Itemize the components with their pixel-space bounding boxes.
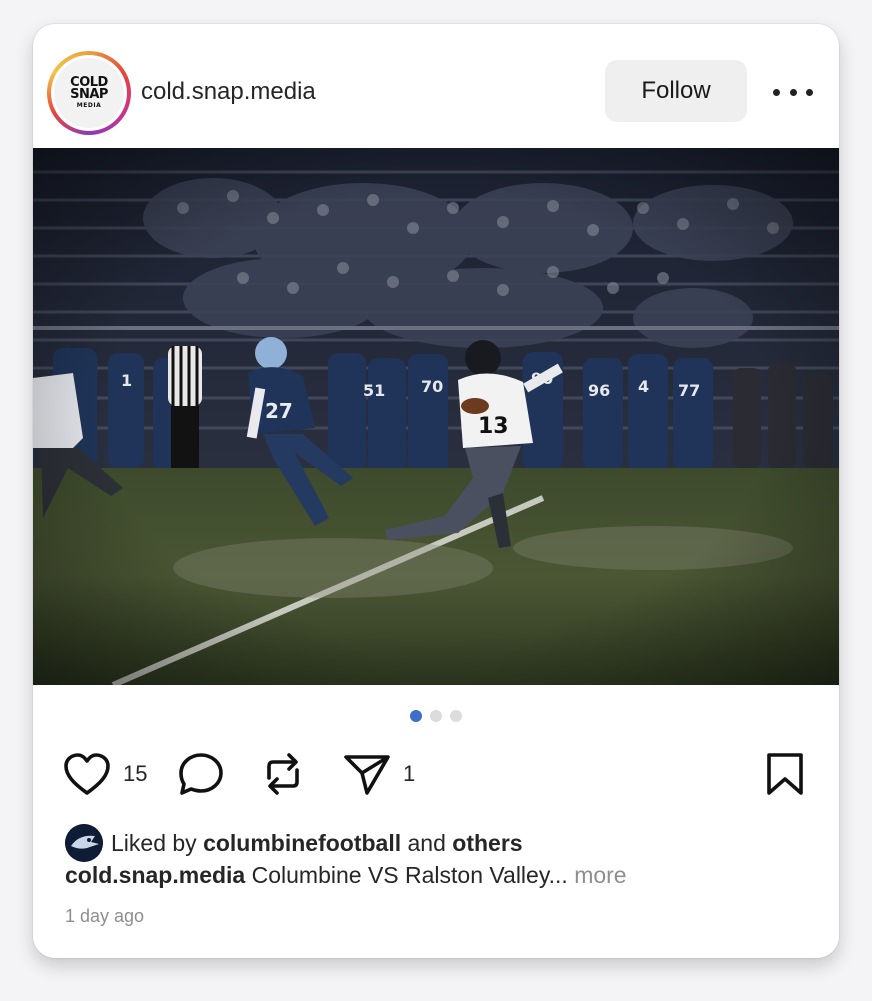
liked-by-prefix: Liked by bbox=[111, 829, 197, 856]
repost-icon[interactable] bbox=[261, 750, 305, 798]
comment-bubble-icon[interactable] bbox=[177, 751, 225, 797]
post-photo[interactable]: 51 70 90 96 4 77 1 bbox=[33, 148, 839, 685]
share-count: 1 bbox=[403, 761, 416, 786]
caption-more-link[interactable]: more bbox=[574, 862, 626, 888]
ellipsis-horizontal-icon[interactable] bbox=[773, 80, 813, 104]
post-header: COLD SNAP MEDIA cold.snap.media Follow bbox=[33, 24, 839, 148]
liked-by-conjunction: and bbox=[407, 829, 446, 856]
liked-by-row: Liked by columbinefootball and others bbox=[65, 824, 523, 862]
liked-by-others[interactable]: others bbox=[452, 830, 522, 857]
carousel-dot-1[interactable] bbox=[410, 710, 422, 722]
liked-by-user[interactable]: columbinefootball bbox=[203, 830, 401, 857]
account-username[interactable]: cold.snap.media bbox=[141, 78, 316, 106]
caption-text: Columbine VS Ralston Valley... bbox=[251, 862, 568, 888]
carousel-dot-3[interactable] bbox=[450, 710, 462, 722]
share-action: 1 bbox=[343, 744, 415, 804]
post-card: COLD SNAP MEDIA cold.snap.media Follow 1… bbox=[33, 24, 839, 958]
repost-action bbox=[261, 744, 305, 804]
cold-snap-media-logo: COLD SNAP MEDIA bbox=[54, 58, 124, 128]
heart-icon[interactable] bbox=[63, 752, 111, 796]
carousel-indicator bbox=[33, 710, 839, 722]
account-avatar[interactable]: COLD SNAP MEDIA bbox=[47, 51, 131, 135]
caption-username[interactable]: cold.snap.media bbox=[65, 862, 245, 888]
paper-plane-icon[interactable] bbox=[343, 751, 391, 797]
comment-action bbox=[177, 744, 225, 804]
save-action bbox=[765, 744, 805, 804]
action-bar: 15 1 bbox=[33, 744, 839, 804]
liker-avatar[interactable] bbox=[65, 824, 103, 862]
bookmark-icon[interactable] bbox=[765, 751, 805, 797]
follow-button[interactable]: Follow bbox=[605, 60, 747, 122]
carousel-dot-2[interactable] bbox=[430, 710, 442, 722]
like-action: 15 bbox=[63, 744, 147, 804]
like-count: 15 bbox=[123, 761, 148, 786]
post-timestamp: 1 day ago bbox=[65, 906, 145, 926]
post-caption: cold.snap.media Columbine VS Ralston Val… bbox=[65, 862, 627, 889]
